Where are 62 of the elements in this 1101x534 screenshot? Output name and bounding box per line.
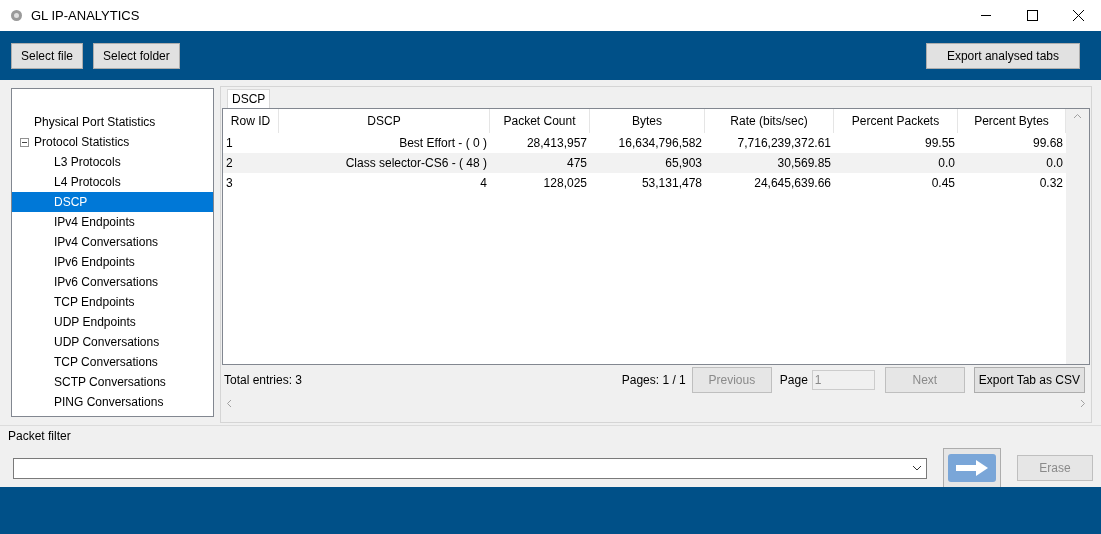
window-title: GL IP-ANALYTICS	[31, 6, 140, 25]
dropdown-icon[interactable]	[912, 465, 923, 471]
apply-button[interactable]	[943, 448, 1002, 488]
table-cell-text: 0.45	[930, 175, 956, 192]
app-icon	[10, 9, 23, 22]
column-header[interactable]: Packet Count	[490, 109, 590, 133]
tree-item[interactable]: SCTP Conversations	[52, 372, 168, 392]
table-cell-text: 475	[565, 155, 588, 172]
collapse-icon[interactable]	[19, 137, 29, 147]
pages-label: Pages: 1 / 1	[621, 372, 686, 389]
tree-item[interactable]: IPv6 Endpoints	[52, 252, 137, 272]
scroll-right-icon[interactable]	[1080, 398, 1086, 408]
table-cell-text: 28,413,957	[525, 135, 588, 152]
table-cell-text: 65,903	[664, 155, 703, 172]
column-header[interactable]: Percent Packets	[834, 109, 958, 133]
tree-item[interactable]: DSCP	[52, 192, 90, 212]
export-button[interactable]: Export analysed tabs	[925, 42, 1080, 69]
tree-item[interactable]: IPv4 Endpoints	[52, 212, 137, 232]
table-cell-text: 30,569.85	[776, 155, 832, 172]
tree-item[interactable]: L4 Protocols	[52, 172, 123, 192]
tree-item[interactable]: TCP Endpoints	[52, 292, 137, 312]
table-cell-text: 99.55	[923, 135, 956, 152]
table-cell-text: Class selector-CS6 - ( 48 )	[344, 155, 488, 172]
tree-item[interactable]: Protocol Statistics	[32, 132, 132, 152]
arrow-right-icon	[948, 454, 997, 482]
scroll-up-icon[interactable]	[1073, 113, 1082, 119]
table-cell-text: Best Effort - ( 0 )	[398, 135, 488, 152]
toolbar-button[interactable]: Select file	[11, 42, 84, 69]
table-cell-text: 0.32	[1038, 175, 1064, 192]
packet-filter-label: Packet filter	[8, 428, 72, 444]
tab[interactable]: DSCP	[227, 89, 271, 108]
total-entries: Total entries: 3	[224, 372, 303, 389]
table-cell-text: 0.0	[1045, 155, 1064, 172]
toolbar-button[interactable]: Select folder	[93, 42, 180, 69]
tree-item[interactable]: UDP Endpoints	[52, 312, 138, 332]
export-csv-button[interactable]: Export Tab as CSV	[973, 367, 1085, 393]
table-cell-text: 128,025	[542, 175, 588, 192]
table-cell-text: 4	[479, 175, 488, 192]
table-cell-text: 99.68	[1031, 135, 1064, 152]
table-cell-text: 7,716,239,372.61	[736, 135, 832, 152]
tree-item[interactable]: L3 Protocols	[52, 152, 123, 172]
tree-item[interactable]: UDP Conversations	[52, 332, 162, 352]
table-cell-text: 2	[225, 155, 234, 172]
table-cell-text: 0.0	[937, 155, 956, 172]
tree-item[interactable]: IPv4 Conversations	[52, 232, 161, 252]
table-cell-text: 3	[225, 175, 234, 192]
tree-item[interactable]: Physical Port Statistics	[32, 112, 158, 132]
column-header[interactable]: DSCP	[279, 109, 490, 133]
filter-field[interactable]	[13, 457, 928, 479]
scrollbar[interactable]	[1066, 109, 1089, 364]
tree-item[interactable]: TCP Conversations	[52, 352, 160, 372]
page-label: Page	[779, 372, 808, 389]
table-cell-text: 1	[225, 135, 234, 152]
column-header[interactable]: Rate (bits/sec)	[705, 109, 834, 133]
table-cell-text: 53,131,478	[640, 175, 703, 192]
table-cell-text: 16,634,796,582	[617, 135, 703, 152]
scroll-left-icon[interactable]	[226, 398, 232, 408]
tree-item[interactable]: IPv6 Conversations	[52, 272, 161, 292]
column-header[interactable]: Row ID	[223, 109, 279, 133]
tree-item[interactable]: PING Conversations	[52, 392, 166, 412]
table-cell-text: 24,645,639.66	[753, 175, 832, 192]
column-header[interactable]: Bytes	[590, 109, 705, 133]
